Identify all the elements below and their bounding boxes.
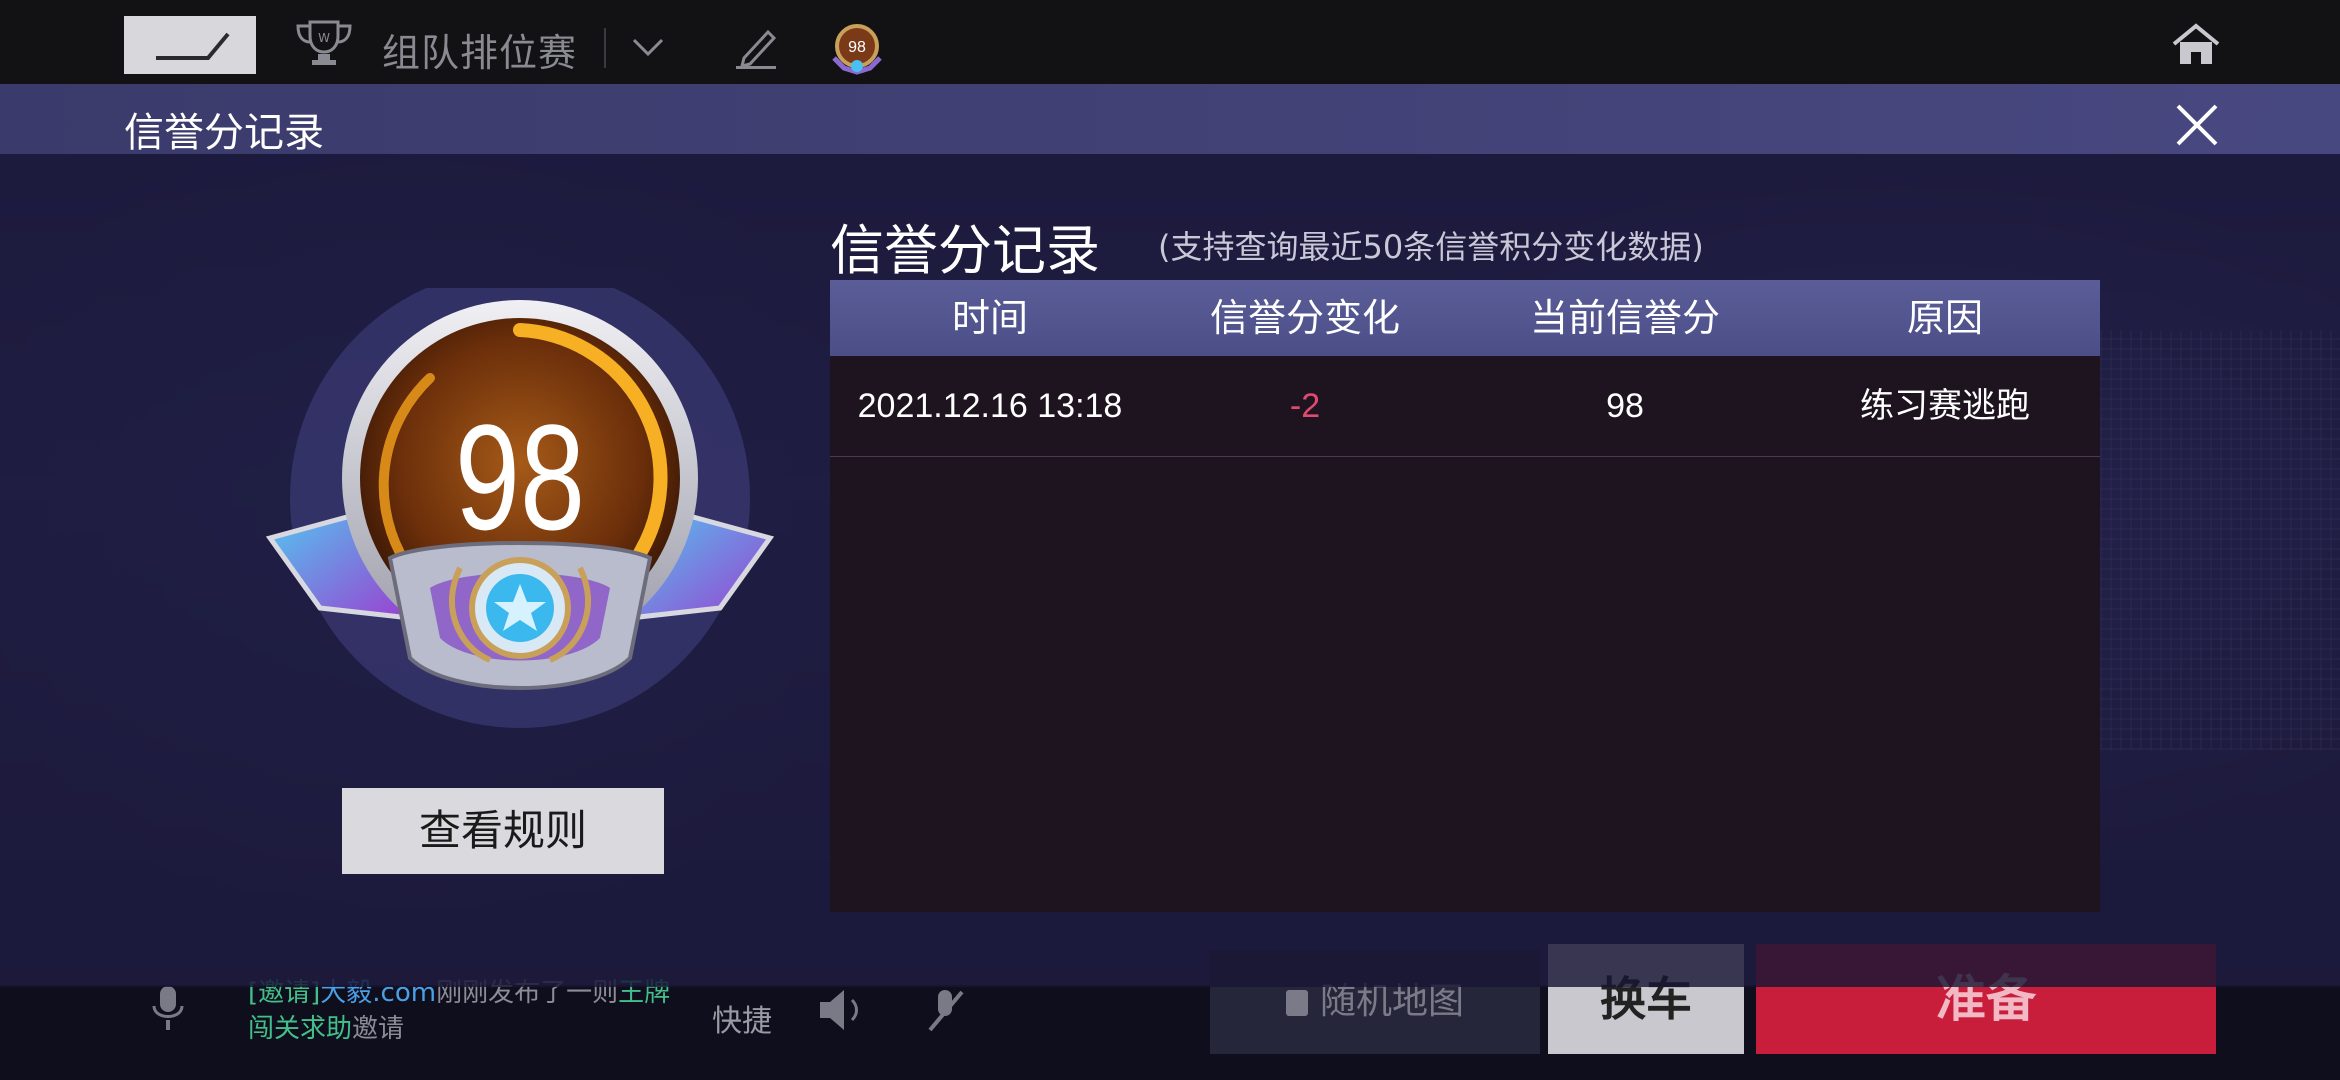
- credit-badge-icon[interactable]: 98: [826, 20, 888, 80]
- back-button[interactable]: [124, 16, 256, 74]
- credit-record-table: 时间 信誉分变化 当前信誉分 原因 2021.12.16 13:18 -2 98…: [830, 280, 2100, 912]
- trophy-icon: W: [296, 20, 352, 65]
- top-bar: W 组队排位赛 98: [0, 0, 2340, 84]
- column-header-current: 当前信誉分: [1529, 296, 1720, 340]
- cell-reason: 练习赛逃跑: [1860, 386, 2030, 426]
- dialog-header: [0, 84, 2340, 154]
- cell-change: -2: [1289, 387, 1321, 425]
- credit-score-value: 98: [454, 393, 586, 561]
- edit-icon[interactable]: [732, 26, 782, 70]
- divider: [604, 28, 606, 68]
- chevron-down-icon[interactable]: [628, 32, 668, 62]
- back-icon: [156, 32, 230, 60]
- lock-icon: [1285, 990, 1308, 1016]
- table-header: 时间 信誉分变化 当前信誉分 原因: [830, 280, 2100, 356]
- mic-icon[interactable]: [146, 980, 206, 1040]
- column-header-time: 时间: [951, 296, 1028, 340]
- game-mode-title[interactable]: 组队排位赛: [382, 22, 577, 77]
- speaker-icon[interactable]: [812, 980, 872, 1040]
- home-icon[interactable]: [2170, 22, 2222, 68]
- cell-time: 2021.12.16 13:18: [857, 387, 1123, 425]
- record-heading: 信誉分记录: [830, 219, 1100, 282]
- column-header-change: 信誉分变化: [1209, 296, 1400, 340]
- cell-current-score: 98: [1606, 387, 1644, 425]
- quick-chat-button[interactable]: 快捷: [712, 996, 772, 1040]
- close-icon[interactable]: [2172, 100, 2222, 150]
- svg-text:98: 98: [848, 39, 866, 56]
- mute-icon[interactable]: [916, 980, 976, 1040]
- dialog-title: 信誉分记录: [124, 110, 324, 156]
- table-row: 2021.12.16 13:18 -2 98 练习赛逃跑: [830, 356, 2100, 457]
- view-rules-button[interactable]: 查看规则: [342, 788, 664, 874]
- column-header-reason: 原因: [1906, 296, 1983, 340]
- record-note: (支持查询最近50条信誉积分变化数据): [1158, 228, 1704, 266]
- svg-text:W: W: [318, 31, 330, 45]
